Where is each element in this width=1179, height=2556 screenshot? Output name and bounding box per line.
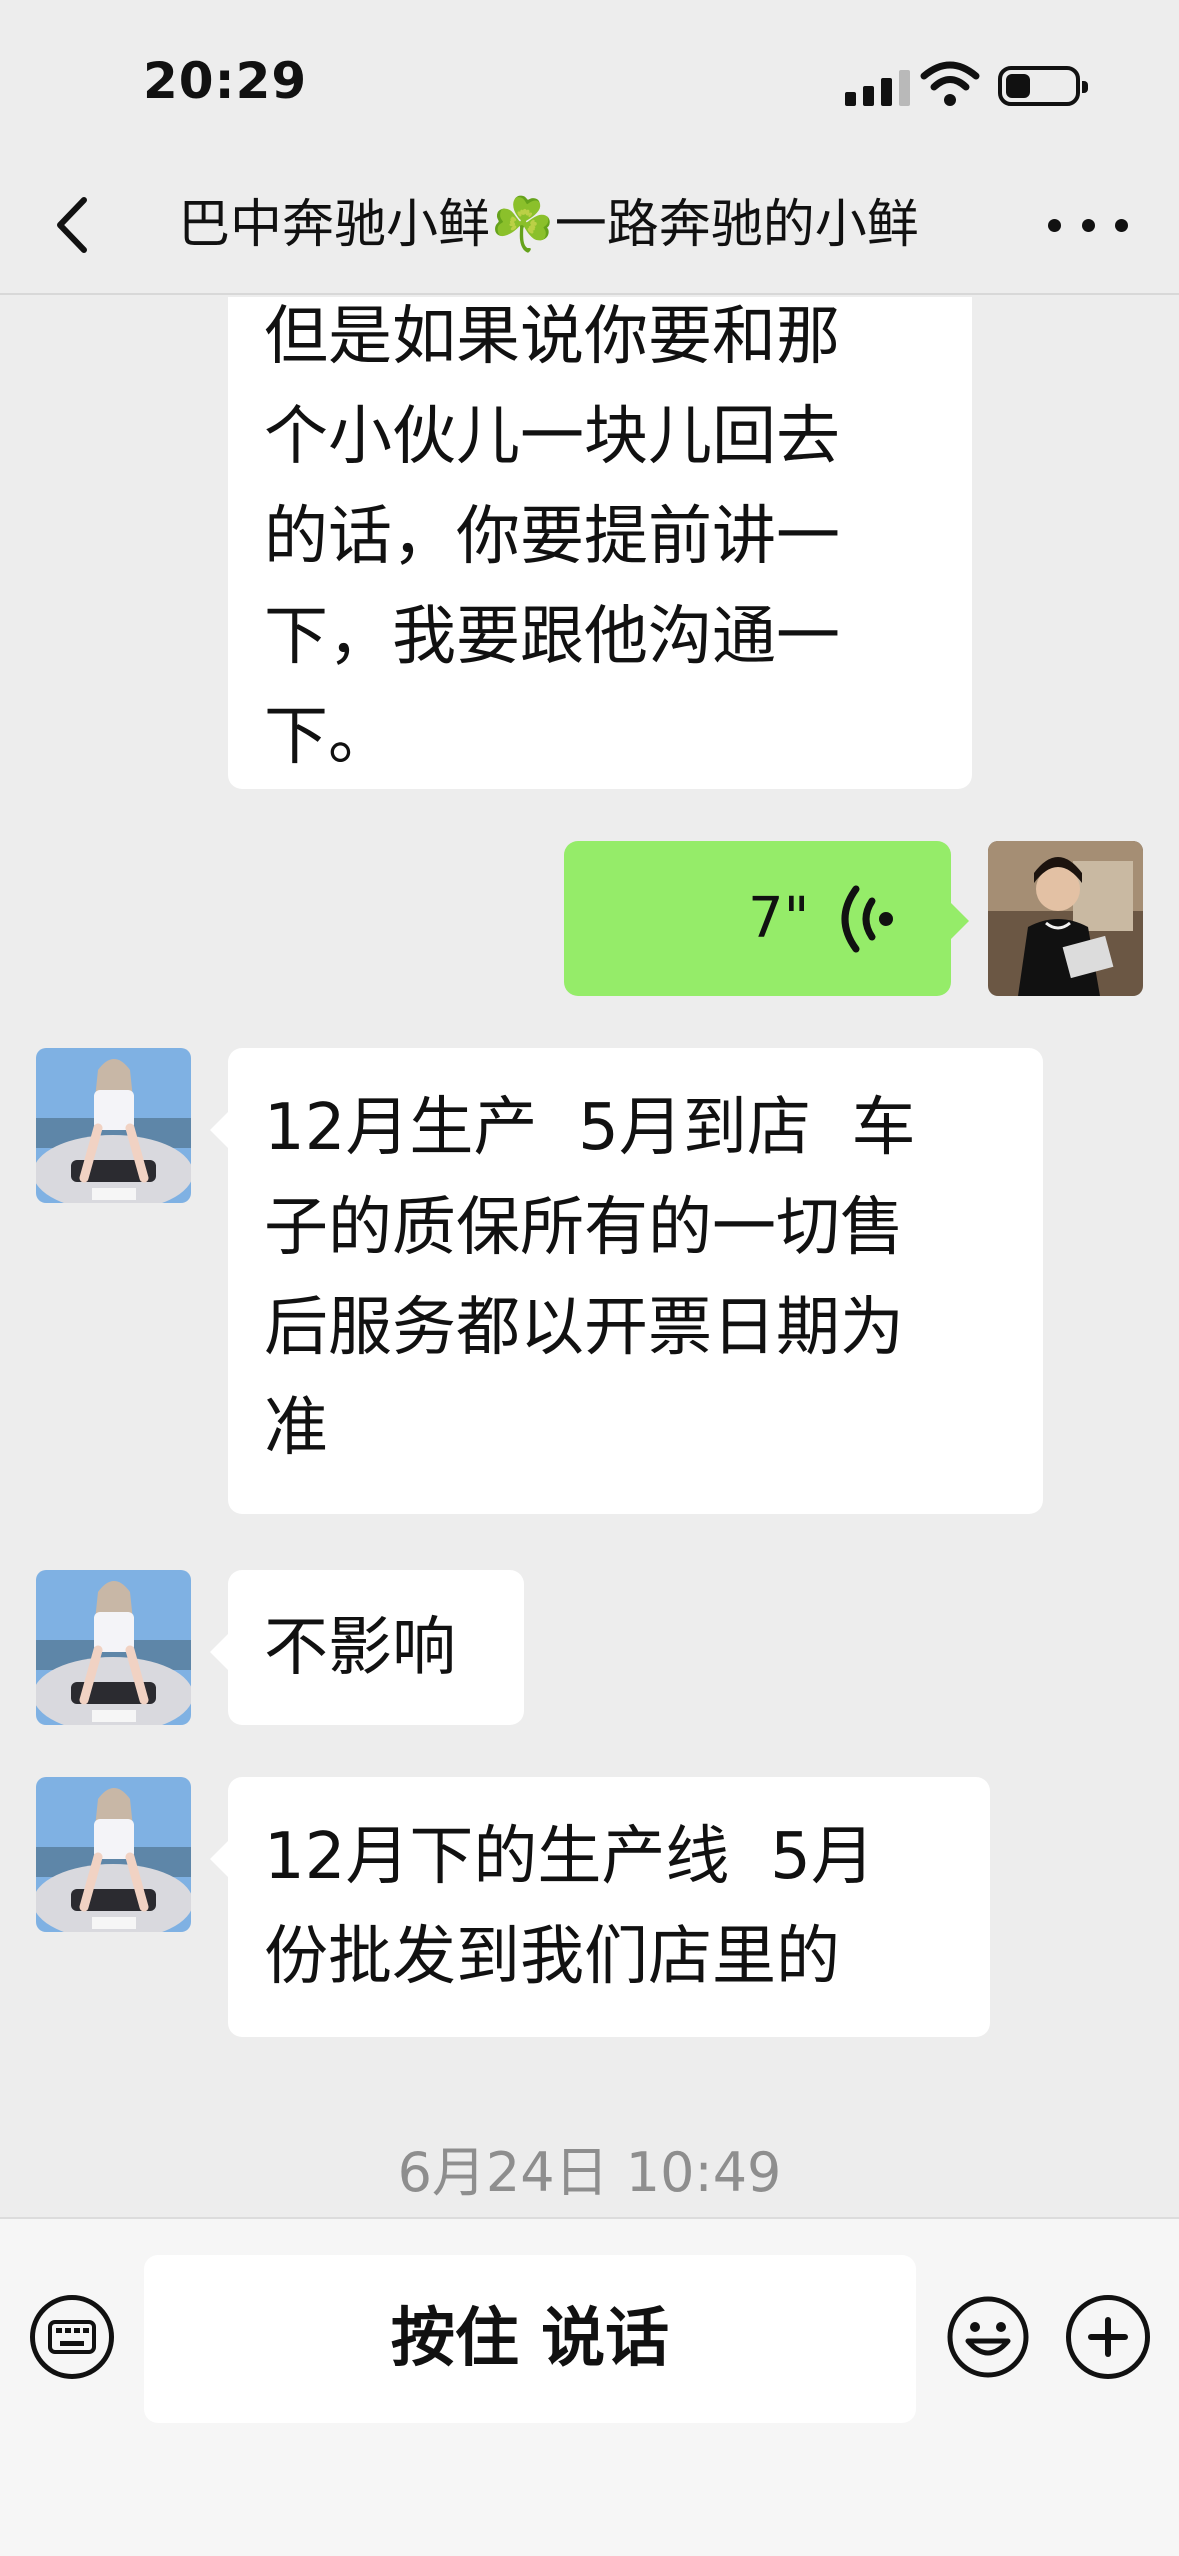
hold-to-talk-button[interactable]: 按住 说话 (144, 2255, 916, 2423)
contact-avatar[interactable] (36, 1048, 191, 1203)
my-avatar[interactable] (988, 841, 1143, 996)
message-text: 不影响 (264, 1611, 456, 1685)
cellular-signal-icon (845, 66, 910, 106)
voice-wave-icon (841, 885, 893, 953)
chat-screen: 20:29 巴中奔驰小鲜☘️一路奔驰的小鲜 但是如果说你要和那 个小伙儿一块儿回… (0, 0, 1179, 2556)
contact-avatar[interactable] (36, 1777, 191, 1932)
message-bubble-incoming[interactable]: 12月生产 5月到店 车 子的质保所有的一切售 后服务都以开票日期为 准 (210, 1048, 1043, 1514)
message-bubble-incoming[interactable]: 12月下的生产线 5月 份批发到我们店里的 (210, 1777, 990, 2037)
message-timestamp: 6月24日 10:49 (397, 2141, 782, 2204)
battery-icon (998, 66, 1088, 106)
message-bubble-incoming[interactable]: 但是如果说你要和那 个小伙儿一块儿回去 的话，你要提前讲一 下，我要跟他沟通一 … (228, 297, 972, 789)
keyboard-icon[interactable] (30, 2295, 114, 2379)
chat-title[interactable]: 巴中奔驰小鲜☘️一路奔驰的小鲜 (178, 188, 998, 262)
input-bar: 按住 说话 (0, 2217, 1179, 2556)
message-text: 12月下的生产线 5月 份批发到我们店里的 (264, 1820, 875, 1994)
chat-header: 巴中奔驰小鲜☘️一路奔驰的小鲜 (0, 160, 1179, 295)
wifi-icon (920, 61, 980, 106)
voice-message-bubble[interactable]: 7" (564, 841, 969, 996)
chevron-left-icon[interactable] (44, 190, 114, 260)
more-dots-icon[interactable] (1048, 200, 1128, 250)
message-text: 但是如果说你要和那 个小伙儿一块儿回去 的话，你要提前讲一 下，我要跟他沟通一 … (264, 300, 840, 774)
message-bubble-incoming[interactable]: 不影响 (210, 1570, 524, 1725)
status-time: 20:29 (143, 52, 308, 110)
status-bar: 20:29 (0, 0, 1179, 160)
message-list[interactable]: 但是如果说你要和那 个小伙儿一块儿回去 的话，你要提前讲一 下，我要跟他沟通一 … (0, 297, 1179, 2217)
contact-avatar[interactable] (36, 1570, 191, 1725)
emoji-icon[interactable] (946, 2295, 1030, 2379)
plus-icon[interactable] (1066, 2295, 1150, 2379)
message-text: 12月生产 5月到店 车 子的质保所有的一切售 后服务都以开票日期为 准 (264, 1091, 916, 1465)
voice-duration: 7" (748, 886, 810, 951)
